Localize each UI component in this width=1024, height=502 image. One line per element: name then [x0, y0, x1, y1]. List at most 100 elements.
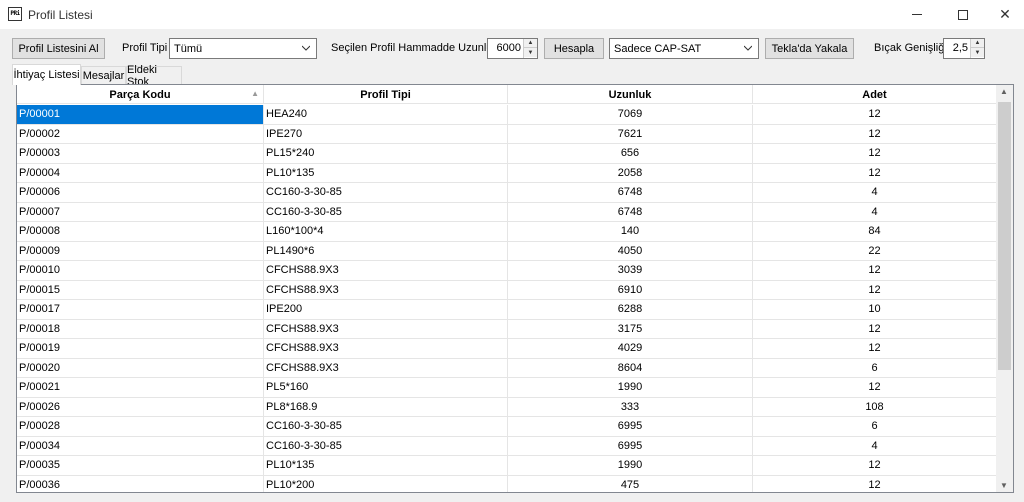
table-cell[interactable]: P/00015: [17, 280, 264, 300]
table-row[interactable]: P/00034 CC160-3-30-85 6995 4: [17, 436, 997, 456]
table-row[interactable]: P/00021 PL5*160 1990 12: [17, 378, 997, 398]
table-cell[interactable]: P/00002: [17, 124, 264, 144]
table-cell[interactable]: 8604: [508, 358, 753, 378]
table-row[interactable]: P/00028 CC160-3-30-85 6995 6: [17, 417, 997, 437]
tekla-capture-button[interactable]: Tekla'da Yakala: [765, 38, 854, 59]
table-cell[interactable]: CFCHS88.9X3: [264, 261, 508, 281]
table-row[interactable]: P/00035 PL10*135 1990 12: [17, 456, 997, 476]
tab-messages[interactable]: Mesajlar: [81, 66, 126, 84]
table-cell[interactable]: CFCHS88.9X3: [264, 339, 508, 359]
table-cell[interactable]: 7069: [508, 105, 753, 125]
table-cell[interactable]: P/00019: [17, 339, 264, 359]
tab-needs-list[interactable]: İhtiyaç Listesi: [12, 64, 81, 85]
table-cell[interactable]: P/00017: [17, 300, 264, 320]
table-cell[interactable]: P/00021: [17, 378, 264, 398]
table-cell[interactable]: L160*100*4: [264, 222, 508, 242]
table-cell[interactable]: 12: [753, 456, 997, 476]
table-cell[interactable]: P/00008: [17, 222, 264, 242]
table-cell[interactable]: CFCHS88.9X3: [264, 358, 508, 378]
table-cell[interactable]: P/00036: [17, 475, 264, 492]
table-row[interactable]: P/00018 CFCHS88.9X3 3175 12: [17, 319, 997, 339]
stepper-up-icon[interactable]: ▲: [971, 39, 984, 48]
table-cell[interactable]: 4050: [508, 241, 753, 261]
table-cell[interactable]: 6748: [508, 183, 753, 203]
table-cell[interactable]: 4029: [508, 339, 753, 359]
scroll-up-icon[interactable]: ▲: [1000, 87, 1008, 96]
table-cell[interactable]: 10: [753, 300, 997, 320]
table-cell[interactable]: P/00001: [17, 105, 264, 125]
table-row[interactable]: P/00009 PL1490*6 4050 22: [17, 241, 997, 261]
table-cell[interactable]: 4: [753, 436, 997, 456]
table-cell[interactable]: 2058: [508, 163, 753, 183]
maximize-button[interactable]: [940, 0, 986, 29]
table-cell[interactable]: 6995: [508, 436, 753, 456]
table-cell[interactable]: P/00035: [17, 456, 264, 476]
table-cell[interactable]: 12: [753, 475, 997, 492]
table-cell[interactable]: PL5*160: [264, 378, 508, 398]
column-header-length[interactable]: Uzunluk: [508, 85, 753, 104]
column-header-part-code[interactable]: Parça Kodu ▲: [17, 85, 264, 104]
table-cell[interactable]: PL10*135: [264, 456, 508, 476]
table-cell[interactable]: P/00009: [17, 241, 264, 261]
table-cell[interactable]: P/00026: [17, 397, 264, 417]
table-row[interactable]: P/00017 IPE200 6288 10: [17, 300, 997, 320]
table-row[interactable]: P/00003 PL15*240 656 12: [17, 144, 997, 164]
table-cell[interactable]: 6: [753, 417, 997, 437]
table-cell[interactable]: P/00010: [17, 261, 264, 281]
table-cell[interactable]: 12: [753, 319, 997, 339]
table-cell[interactable]: 12: [753, 261, 997, 281]
table-cell[interactable]: PL10*200: [264, 475, 508, 492]
table-cell[interactable]: 4: [753, 202, 997, 222]
table-cell[interactable]: 1990: [508, 378, 753, 398]
table-cell[interactable]: CC160-3-30-85: [264, 436, 508, 456]
table-row[interactable]: P/00001 HEA240 7069 12: [17, 105, 997, 125]
table-cell[interactable]: 333: [508, 397, 753, 417]
scrollbar-thumb[interactable]: [998, 102, 1011, 370]
table-cell[interactable]: P/00006: [17, 183, 264, 203]
table-cell[interactable]: 12: [753, 105, 997, 125]
table-cell[interactable]: 12: [753, 378, 997, 398]
close-button[interactable]: ✕: [986, 0, 1024, 29]
table-cell[interactable]: 12: [753, 339, 997, 359]
table-cell[interactable]: PL15*240: [264, 144, 508, 164]
stepper-up-icon[interactable]: ▲: [524, 39, 537, 48]
table-cell[interactable]: P/00020: [17, 358, 264, 378]
table-cell[interactable]: CFCHS88.9X3: [264, 319, 508, 339]
blade-width-stepper[interactable]: 2,5 ▲ ▼: [943, 38, 985, 59]
table-row[interactable]: P/00026 PL8*168.9 333 108: [17, 397, 997, 417]
vertical-scrollbar[interactable]: ▲ ▼: [996, 85, 1013, 492]
column-header-quantity[interactable]: Adet: [753, 85, 997, 104]
table-cell[interactable]: IPE270: [264, 124, 508, 144]
table-cell[interactable]: 3039: [508, 261, 753, 281]
table-cell[interactable]: P/00018: [17, 319, 264, 339]
get-profile-list-button[interactable]: Profil Listesini Al: [12, 38, 105, 59]
table-cell[interactable]: 6995: [508, 417, 753, 437]
table-cell[interactable]: P/00007: [17, 202, 264, 222]
table-cell[interactable]: CC160-3-30-85: [264, 417, 508, 437]
table-row[interactable]: P/00004 PL10*135 2058 12: [17, 163, 997, 183]
table-cell[interactable]: 4: [753, 183, 997, 203]
table-cell[interactable]: 6910: [508, 280, 753, 300]
profile-type-select[interactable]: Tümü: [169, 38, 317, 59]
stepper-down-icon[interactable]: ▼: [971, 48, 984, 57]
table-cell[interactable]: 108: [753, 397, 997, 417]
table-cell[interactable]: 12: [753, 163, 997, 183]
table-cell[interactable]: 12: [753, 124, 997, 144]
table-row[interactable]: P/00015 CFCHS88.9X3 6910 12: [17, 280, 997, 300]
tab-stock[interactable]: Eldeki Stok: [126, 64, 182, 88]
stepper-down-icon[interactable]: ▼: [524, 48, 537, 57]
table-cell[interactable]: 140: [508, 222, 753, 242]
table-cell[interactable]: CC160-3-30-85: [264, 183, 508, 203]
table-cell[interactable]: 7621: [508, 124, 753, 144]
table-cell[interactable]: PL1490*6: [264, 241, 508, 261]
column-header-profile-type[interactable]: Profil Tipi: [264, 85, 508, 104]
table-row[interactable]: P/00020 CFCHS88.9X3 8604 6: [17, 358, 997, 378]
table-cell[interactable]: 6288: [508, 300, 753, 320]
minimize-button[interactable]: [894, 0, 940, 29]
table-cell[interactable]: PL8*168.9: [264, 397, 508, 417]
table-cell[interactable]: 6748: [508, 202, 753, 222]
filter-select[interactable]: Sadece CAP-SAT: [609, 38, 759, 59]
table-cell[interactable]: 6: [753, 358, 997, 378]
table-cell[interactable]: 656: [508, 144, 753, 164]
raw-length-stepper[interactable]: 6000 ▲ ▼: [487, 38, 538, 59]
